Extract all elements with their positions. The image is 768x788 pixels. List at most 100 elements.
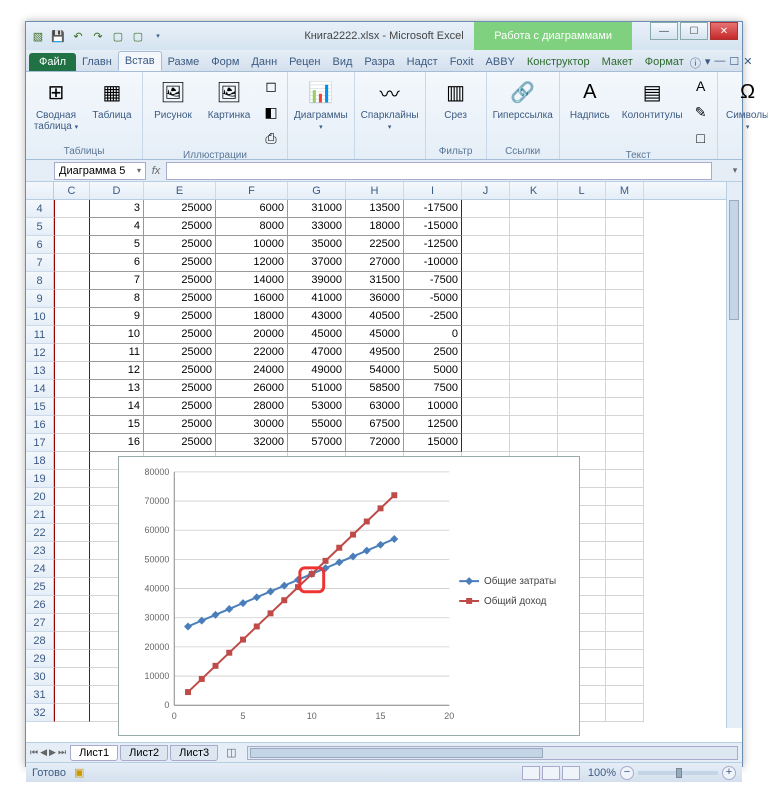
column-header-G[interactable]: G [288, 182, 346, 199]
cell-I13[interactable]: 5000 [404, 362, 462, 380]
cell-I6[interactable]: -12500 [404, 236, 462, 254]
cell-C27[interactable] [54, 614, 90, 632]
cell-G15[interactable]: 53000 [288, 398, 346, 416]
cell-E8[interactable]: 25000 [144, 272, 216, 290]
cell-G13[interactable]: 49000 [288, 362, 346, 380]
chart-marker[interactable] [239, 599, 247, 607]
row-header-22[interactable]: 22 [26, 524, 54, 542]
column-header-I[interactable]: I [404, 182, 462, 199]
cell-I15[interactable]: 10000 [404, 398, 462, 416]
cell-E13[interactable]: 25000 [144, 362, 216, 380]
cell-E15[interactable]: 25000 [144, 398, 216, 416]
cell-G7[interactable]: 37000 [288, 254, 346, 272]
chart-marker[interactable] [253, 593, 261, 601]
cell-H13[interactable]: 54000 [346, 362, 404, 380]
row-header-9[interactable]: 9 [26, 290, 54, 308]
cell-D8[interactable]: 7 [90, 272, 144, 290]
cell-D14[interactable]: 13 [90, 380, 144, 398]
row-header-19[interactable]: 19 [26, 470, 54, 488]
cell-M7[interactable] [606, 254, 644, 272]
charts-button[interactable]: 📊Диаграммы ▾ [292, 74, 350, 134]
name-box-dropdown-icon[interactable]: ▾ [137, 166, 141, 175]
cell-M17[interactable] [606, 434, 644, 452]
cell-E7[interactable]: 25000 [144, 254, 216, 272]
chart-series-line[interactable] [188, 539, 394, 626]
doc-minimize-icon[interactable]: — [714, 55, 725, 71]
zoom-slider[interactable] [638, 771, 718, 775]
cell-G4[interactable]: 31000 [288, 200, 346, 218]
cell-K9[interactable] [510, 290, 558, 308]
cell-D7[interactable]: 6 [90, 254, 144, 272]
sparklines-button[interactable]: 〰Спарклайны ▾ [359, 74, 421, 134]
cell-E9[interactable]: 25000 [144, 290, 216, 308]
pivot-button[interactable]: ⊞Своднаятаблица ▾ [30, 74, 82, 134]
cell-I7[interactable]: -10000 [404, 254, 462, 272]
cell-G11[interactable]: 45000 [288, 326, 346, 344]
file-tab[interactable]: Файл [29, 53, 76, 71]
cell-H16[interactable]: 67500 [346, 416, 404, 434]
cell-E12[interactable]: 25000 [144, 344, 216, 362]
cell-I9[interactable]: -5000 [404, 290, 462, 308]
cell-E16[interactable]: 25000 [144, 416, 216, 434]
cell-F12[interactable]: 22000 [216, 344, 288, 362]
cell-J8[interactable] [462, 272, 510, 290]
chart-marker[interactable] [184, 622, 192, 630]
zoom-level[interactable]: 100% [588, 767, 616, 779]
cell-K11[interactable] [510, 326, 558, 344]
cell-C12[interactable] [54, 344, 90, 362]
chart-marker[interactable] [254, 623, 260, 629]
cell-C23[interactable] [54, 542, 90, 560]
row-header-32[interactable]: 32 [26, 704, 54, 722]
cell-H15[interactable]: 63000 [346, 398, 404, 416]
cell-H8[interactable]: 31500 [346, 272, 404, 290]
fx-icon[interactable]: fx [146, 165, 166, 177]
legend-label[interactable]: Общий доход [484, 596, 547, 607]
chart-marker[interactable] [390, 535, 398, 543]
cell-J10[interactable] [462, 308, 510, 326]
cell-M9[interactable] [606, 290, 644, 308]
zoom-out-button[interactable]: − [620, 766, 634, 780]
cell-D12[interactable]: 11 [90, 344, 144, 362]
cell-C29[interactable] [54, 650, 90, 668]
cell-E10[interactable]: 25000 [144, 308, 216, 326]
cell-C26[interactable] [54, 596, 90, 614]
tab-главн[interactable]: Главн [76, 53, 118, 71]
cell-M4[interactable] [606, 200, 644, 218]
minimize-button[interactable]: — [650, 22, 678, 40]
sheet-nav-next-icon[interactable]: ▶ [49, 747, 56, 758]
tab-макет[interactable]: Макет [596, 53, 639, 71]
textbox-button[interactable]: AНадпись [564, 74, 616, 123]
cell-E4[interactable]: 25000 [144, 200, 216, 218]
cell-C28[interactable] [54, 632, 90, 650]
column-header-D[interactable]: D [90, 182, 144, 199]
cell-L9[interactable] [558, 290, 606, 308]
macro-record-icon[interactable]: ▣ [74, 766, 84, 779]
cell-M21[interactable] [606, 506, 644, 524]
view-page-break-button[interactable] [562, 766, 580, 780]
tab-разра[interactable]: Разра [358, 53, 400, 71]
tab-abby[interactable]: ABBY [480, 53, 521, 71]
chart-marker[interactable] [226, 650, 232, 656]
cell-K17[interactable] [510, 434, 558, 452]
chart-marker[interactable] [185, 689, 191, 695]
sheet-nav-last-icon[interactable]: ⏭ [58, 747, 66, 758]
cell-J14[interactable] [462, 380, 510, 398]
column-header-F[interactable]: F [216, 182, 288, 199]
clipart-button[interactable]: 🖼Картинка [203, 74, 255, 123]
cell-E11[interactable]: 25000 [144, 326, 216, 344]
chart-marker[interactable] [391, 492, 397, 498]
cell-K6[interactable] [510, 236, 558, 254]
cell-L17[interactable] [558, 434, 606, 452]
cell-M8[interactable] [606, 272, 644, 290]
cell-M14[interactable] [606, 380, 644, 398]
chart-marker[interactable] [378, 505, 384, 511]
cell-C19[interactable] [54, 470, 90, 488]
row-header-16[interactable]: 16 [26, 416, 54, 434]
cell-M15[interactable] [606, 398, 644, 416]
row-header-28[interactable]: 28 [26, 632, 54, 650]
row-header-26[interactable]: 26 [26, 596, 54, 614]
cell-M12[interactable] [606, 344, 644, 362]
cell-D15[interactable]: 14 [90, 398, 144, 416]
tab-встав[interactable]: Встав [118, 51, 162, 71]
cell-G5[interactable]: 33000 [288, 218, 346, 236]
